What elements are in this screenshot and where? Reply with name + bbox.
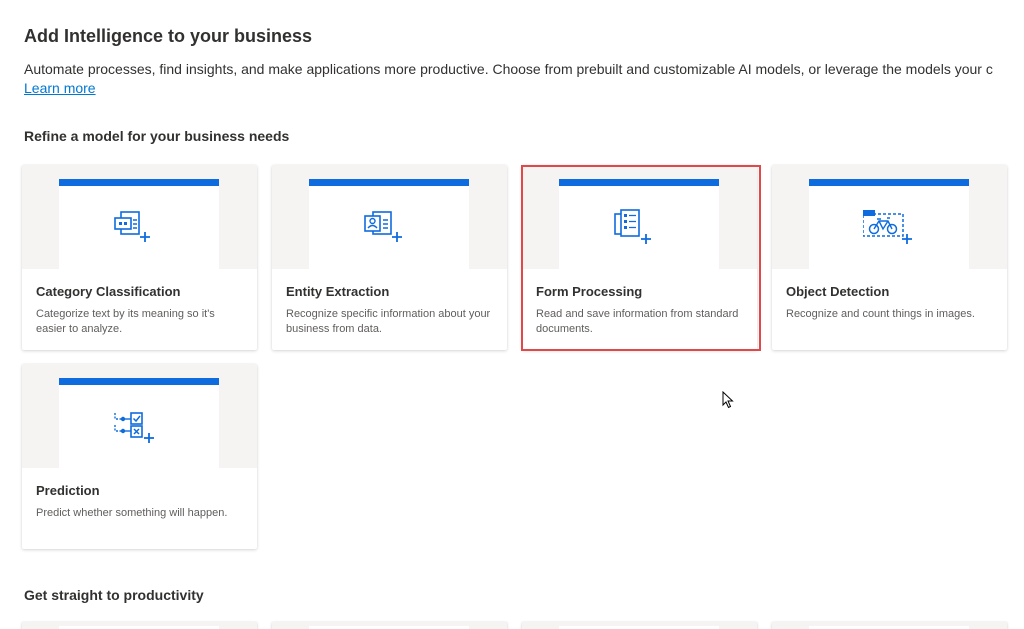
learn-more-link[interactable]: Learn more [24, 80, 96, 96]
section-title-productivity: Get straight to productivity [24, 587, 204, 603]
card-object-detection[interactable]: Object Detection Recognize and count thi… [772, 165, 1007, 350]
card-description: Read and save information from standard … [536, 308, 739, 335]
card-thumbnail [59, 179, 219, 269]
card-description: Recognize specific information about you… [286, 308, 491, 335]
card-visual [22, 364, 257, 468]
card-thumbnail [309, 179, 469, 269]
card-entity-extraction[interactable]: Entity Extraction Recognize specific inf… [272, 165, 507, 350]
card-visual [522, 622, 757, 629]
form-processing-icon [614, 209, 651, 244]
card-title: Category Classification [36, 284, 181, 299]
card-visual [272, 165, 507, 269]
card-description: Predict whether something will happen. [36, 507, 228, 519]
card-prediction[interactable]: Prediction Predict whether something wil… [22, 364, 257, 549]
card-visual [22, 622, 257, 629]
section-title-refine: Refine a model for your business needs [24, 128, 290, 144]
card-partial[interactable] [522, 622, 757, 629]
card-partial[interactable] [22, 622, 257, 629]
card-visual [522, 165, 757, 269]
card-visual [772, 165, 1007, 269]
card-visual [272, 622, 507, 629]
category-classification-icon [114, 211, 150, 242]
card-title: Form Processing [536, 284, 643, 299]
card-description: Recognize and count things in images. [786, 308, 975, 320]
card-visual [22, 165, 257, 269]
card-title: Entity Extraction [286, 284, 390, 299]
card-visual [772, 622, 1007, 629]
card-thumbnail [59, 378, 219, 468]
card-thumbnail [809, 179, 969, 269]
card-category-classification[interactable]: Category Classification Categorize text … [22, 165, 257, 350]
entity-extraction-icon [364, 211, 402, 242]
prediction-icon [114, 412, 154, 443]
ai-builder-page: Add Intelligence to your business Automa… [0, 0, 1024, 629]
card-partial[interactable] [272, 622, 507, 629]
card-partial[interactable] [772, 622, 1007, 629]
card-description: Categorize text by its meaning so it's e… [36, 308, 215, 335]
page-description: Automate processes, find insights, and m… [24, 61, 993, 77]
object-detection-icon [863, 210, 912, 244]
card-thumbnail [559, 179, 719, 269]
page-title: Add Intelligence to your business [24, 26, 313, 46]
mouse-cursor-icon [722, 391, 734, 409]
card-title: Object Detection [786, 284, 890, 299]
card-form-processing[interactable]: Form Processing Read and save informatio… [522, 165, 757, 350]
card-title: Prediction [36, 483, 100, 498]
